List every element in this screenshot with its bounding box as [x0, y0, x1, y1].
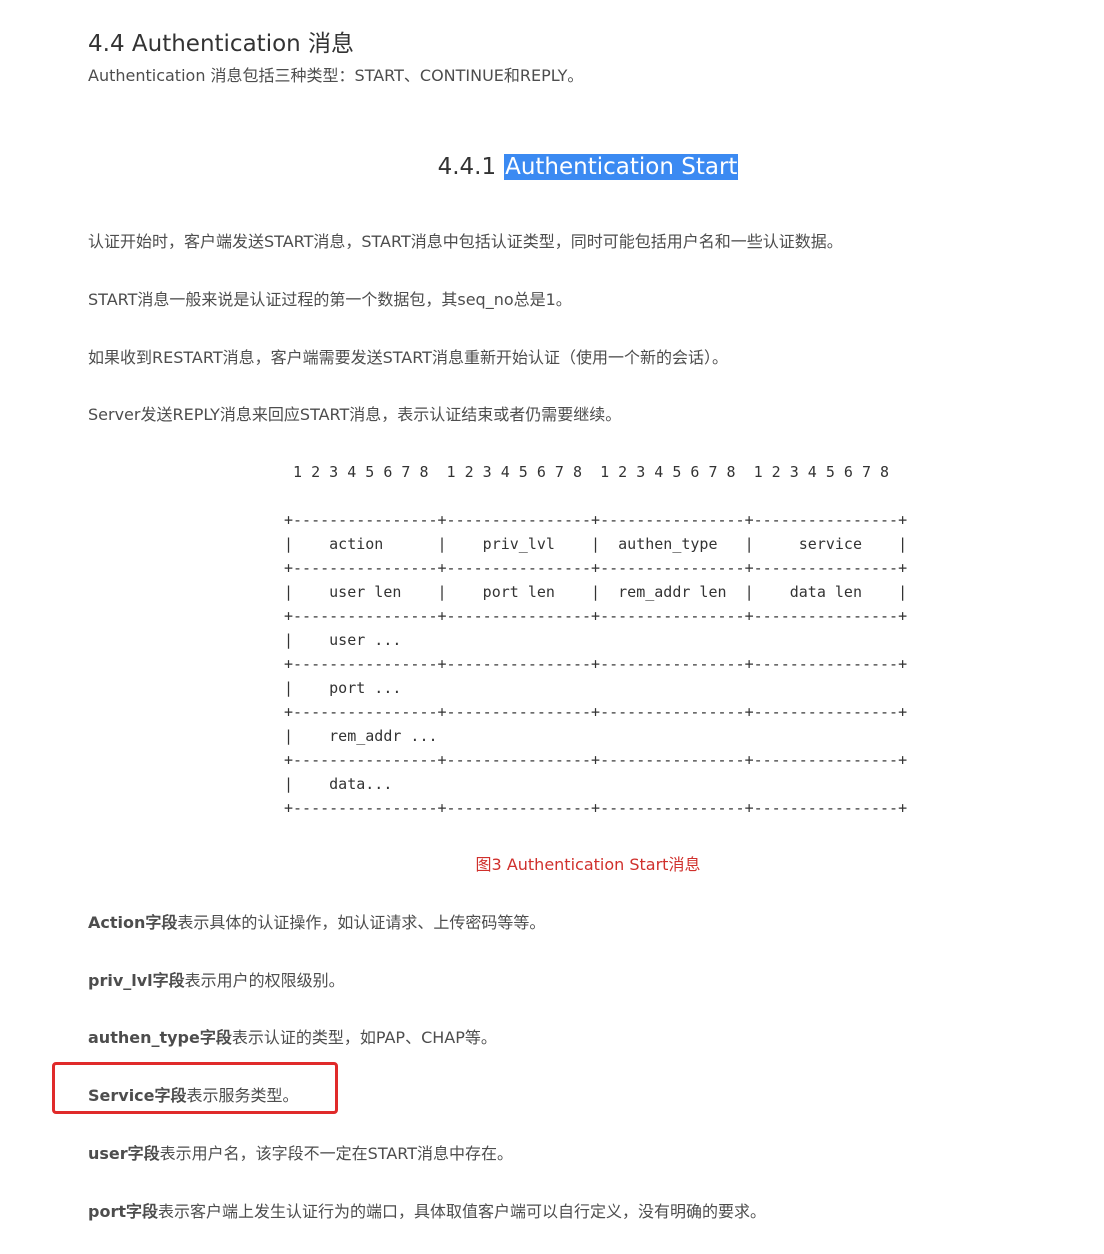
packet-format-diagram: 1 2 3 4 5 6 7 8 1 2 3 4 5 6 7 8 1 2 3 4 …	[284, 460, 907, 820]
field-desc: 表示认证的类型，如PAP、CHAP等。	[231, 1028, 497, 1047]
diagram-line: +----------------+----------------+-----…	[284, 655, 908, 673]
paragraph-2: START消息一般来说是认证过程的第一个数据包，其seq_no总是1。	[88, 290, 572, 309]
diagram-line: | rem_addr ...	[284, 727, 438, 745]
paragraph-4: Server发送REPLY消息来回应START消息，表示认证结束或者仍需要继续。	[88, 405, 622, 424]
field-description: Action字段表示具体的认证操作，如认证请求、上传密码等等。	[88, 909, 545, 933]
field-description: port字段表示客户端上发生认证行为的端口，具体取值客户端可以自行定义，没有明确…	[88, 1198, 766, 1222]
selected-text-highlight[interactable]: Authentication Start	[504, 154, 739, 180]
paragraph-3: 如果收到RESTART消息，客户端需要发送START消息重新开始认证（使用一个新…	[88, 348, 728, 367]
diagram-line: +----------------+----------------+-----…	[284, 511, 908, 529]
bit-header: 1 2 3 4 5 6 7 8 1 2 3 4 5 6 7 8 1 2 3 4 …	[284, 463, 890, 481]
diagram-line: | user ...	[284, 631, 402, 649]
field-name: Action字段	[88, 913, 178, 932]
field-desc: 表示用户名，该字段不一定在START消息中存在。	[159, 1144, 514, 1163]
field-name: port字段	[88, 1202, 158, 1221]
subsection-number: 4.4.1	[437, 154, 497, 180]
diagram-line: +----------------+----------------+-----…	[284, 751, 908, 769]
diagram-line: | action | priv_lvl | authen_type | serv…	[284, 535, 908, 553]
field-desc: 表示客户端上发生认证行为的端口，具体取值客户端可以自行定义，没有明确的要求。	[158, 1202, 767, 1221]
field-name: priv_lvl字段	[88, 971, 185, 990]
field-description: priv_lvl字段表示用户的权限级别。	[88, 967, 345, 991]
diagram-line: | data...	[284, 775, 393, 793]
section-intro: Authentication 消息包括三种类型：START、CONTINUE和R…	[88, 66, 584, 85]
field-desc: 表示用户的权限级别。	[184, 971, 345, 990]
annotation-highlight-box	[52, 1062, 338, 1114]
diagram-line: +----------------+----------------+-----…	[284, 703, 908, 721]
diagram-line: +----------------+----------------+-----…	[284, 607, 908, 625]
field-name: user字段	[88, 1144, 160, 1163]
section-heading: 4.4 Authentication 消息	[88, 31, 355, 57]
field-name: authen_type字段	[88, 1028, 232, 1047]
diagram-line: | user len | port len | rem_addr len | d…	[284, 583, 908, 601]
field-desc: 表示具体的认证操作，如认证请求、上传密码等等。	[177, 913, 546, 932]
figure-caption: 图3 Authentication Start消息	[475, 855, 701, 874]
subsection-heading: 4.4.1 Authentication Start	[88, 154, 1088, 180]
diagram-line: | port ...	[284, 679, 402, 697]
diagram-line: +----------------+----------------+-----…	[284, 559, 908, 577]
diagram-line: +----------------+----------------+-----…	[284, 799, 908, 817]
field-description: authen_type字段表示认证的类型，如PAP、CHAP等。	[88, 1024, 497, 1048]
paragraph-1: 认证开始时，客户端发送START消息，START消息中包括认证类型，同时可能包括…	[88, 232, 843, 251]
field-description: user字段表示用户名，该字段不一定在START消息中存在。	[88, 1140, 513, 1164]
